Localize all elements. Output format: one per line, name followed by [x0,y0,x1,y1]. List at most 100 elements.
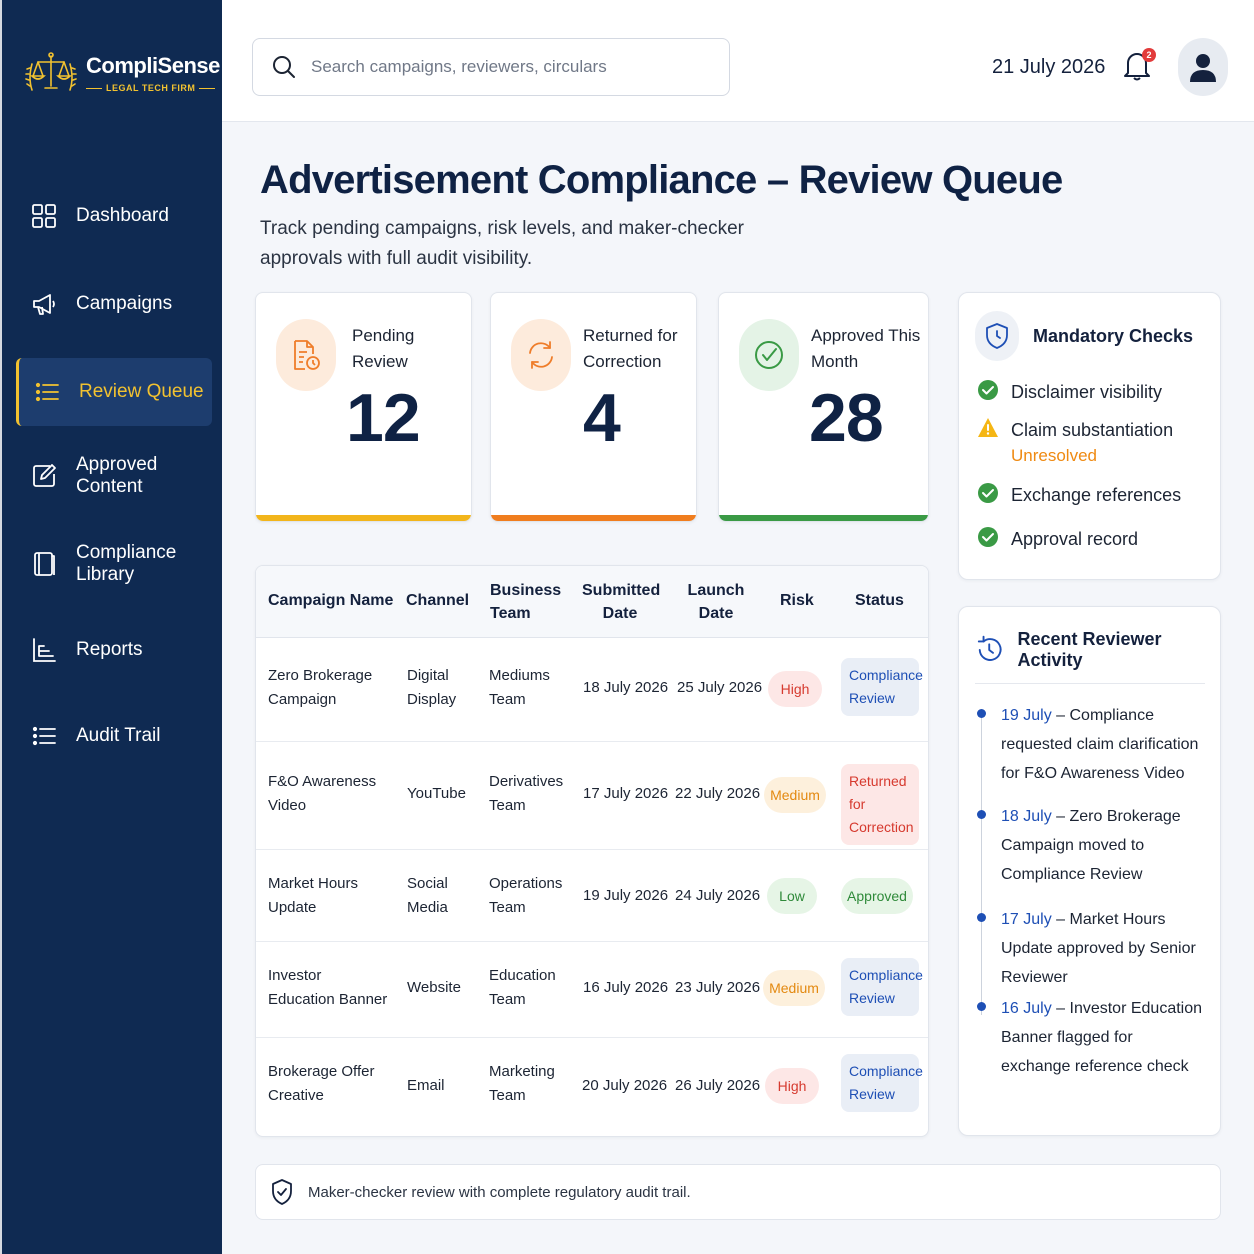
book-icon [34,552,55,576]
shield-icon-wrap [975,311,1019,361]
checks-title: Mandatory Checks [1033,325,1194,346]
search-input[interactable] [311,57,711,77]
page-title: Advertisement Compliance – Review Queue [260,158,1063,202]
stat-accent-bar [491,515,696,521]
stat-accent-bar [719,515,928,521]
sidebar-item-label: Review Queue [79,381,204,402]
stat-value: 12 [346,380,421,456]
check-circle-icon [755,341,783,369]
recent-activity-card: Recent Reviewer Activity 19 July – Compl… [958,606,1221,1136]
brand-name: CompliSense [86,53,220,78]
status-badge[interactable]: Compliance Review [841,658,923,716]
sidebar-item-audit-trail[interactable]: Audit Trail [16,702,212,770]
status-badge[interactable]: Approved [841,878,913,914]
status-badge[interactable]: Compliance Review [841,958,923,1016]
stat-accent-bar [256,515,471,521]
risk-badge: High [768,671,822,707]
stat-icon-wrap [511,319,571,391]
th-team[interactable]: Business Team [490,579,561,625]
sidebar-item-campaigns[interactable]: Campaigns [16,270,212,338]
page-subtitle: Track pending campaigns, risk levels, an… [260,218,744,269]
check-ok-icon [978,483,998,503]
risk-badge: Medium [763,970,825,1006]
stat-card-returned[interactable]: Returned for Correction 4 [490,292,697,522]
sidebar-item-label: Dashboard [76,205,169,226]
check-item: Approval record [977,526,1138,552]
brand-tagline: LEGAL TECH FIRM [86,83,220,93]
sidebar: CompliSense LEGAL TECH FIRM Dashboard Ca… [0,0,222,1254]
stat-icon-wrap [276,319,336,391]
timeline-dot [977,913,986,922]
stat-card-approved[interactable]: Approved This Month 28 [718,292,929,522]
sidebar-item-label: Approved Content [76,454,158,497]
timeline-dot [977,810,986,819]
sidebar-item-label: Campaigns [76,293,173,314]
stat-label: Pending Review [352,326,415,371]
activity-item[interactable]: 17 July – Market Hours Update approved b… [975,905,1205,992]
bar-chart-icon [33,638,56,662]
table-header: Campaign Name Channel Business Team Subm… [256,566,928,638]
current-date: 21 July 2026 [992,56,1106,78]
activity-item[interactable]: 16 July – Investor Education Banner flag… [975,994,1205,1081]
user-avatar[interactable] [1178,38,1228,96]
table-row[interactable]: F&O Awareness Video YouTube Derivatives … [256,742,928,850]
activity-item[interactable]: 18 July – Zero Brokerage Campaign moved … [975,802,1205,889]
review-queue-table: Campaign Name Channel Business Team Subm… [255,565,929,1137]
table-row[interactable]: Market Hours Update Social Media Operati… [256,850,928,942]
refresh-icon [529,341,553,369]
stat-card-pending[interactable]: Pending Review 12 [255,292,472,522]
mandatory-checks-card: Mandatory Checks Disclaimer visibility C… [958,292,1221,580]
warning-icon [978,418,998,437]
search-icon [273,56,295,78]
footer-text: Maker-checker review with complete regul… [308,1183,691,1201]
check-item: Disclaimer visibility [977,379,1162,405]
check-item: Claim substantiation Unresolved [977,417,1173,469]
table-row[interactable]: Brokerage Offer Creative Email Marketing… [256,1038,928,1136]
megaphone-icon [33,294,55,315]
brand[interactable]: CompliSense LEGAL TECH FIRM [24,46,220,100]
document-clock-icon [294,340,320,370]
divider [975,683,1205,684]
edit-icon [33,464,56,487]
status-badge[interactable]: Returned for Correction [841,764,919,845]
sidebar-item-dashboard[interactable]: Dashboard [16,182,212,250]
check-ok-icon [978,527,998,547]
risk-badge: High [765,1068,819,1104]
scales-logo-icon [25,52,77,91]
th-channel[interactable]: Channel [406,589,469,612]
stat-icon-wrap [739,319,799,391]
check-warning-note: Unresolved [1011,446,1097,465]
sidebar-item-reports[interactable]: Reports [16,616,212,684]
activity-title: Recent Reviewer Activity [1017,629,1162,670]
table-row[interactable]: Zero Brokerage Campaign Digital Display … [256,638,928,742]
list-icon [35,382,59,402]
activity-item[interactable]: 19 July – Compliance requested claim cla… [975,701,1205,788]
sidebar-item-compliance-library[interactable]: Compliance Library [16,530,212,598]
th-submitted[interactable]: Submitted Date [582,579,660,625]
th-campaign[interactable]: Campaign Name [268,589,393,612]
sidebar-item-review-queue[interactable]: Review Queue [16,358,212,426]
grid-icon [32,204,56,228]
list-icon [32,726,56,746]
sidebar-item-label: Audit Trail [76,725,161,746]
shield-check-icon [272,1179,292,1205]
stat-label: Returned for Correction [583,326,678,371]
notification-badge: 2 [1142,48,1156,62]
sidebar-item-label: Reports [76,639,143,660]
check-ok-icon [978,380,998,400]
stat-value: 28 [809,380,884,456]
table-row[interactable]: Investor Education Banner Website Educat… [256,942,928,1038]
timeline-dot [977,709,986,718]
check-item: Exchange references [977,482,1181,508]
stat-value: 4 [583,380,621,456]
status-badge[interactable]: Compliance Review [841,1054,923,1112]
stat-label: Approved This Month [811,326,921,371]
th-risk[interactable]: Risk [780,589,814,612]
search-box[interactable] [252,38,730,96]
sidebar-item-approved-content[interactable]: Approved Content [16,442,212,510]
th-launch[interactable]: Launch Date [682,579,750,625]
topbar: 21 July 2026 2 [222,0,1254,122]
risk-badge: Low [767,878,817,914]
th-status[interactable]: Status [855,589,904,612]
notifications-button[interactable]: 2 [1122,48,1156,86]
